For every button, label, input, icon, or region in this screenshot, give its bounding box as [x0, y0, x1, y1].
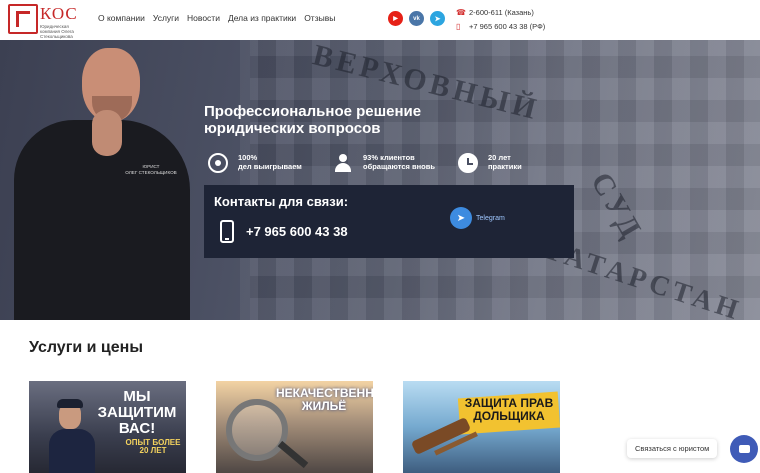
badge-name: ОЛЕГ СТЕКОЛЬЩИКОВ	[125, 170, 177, 175]
stat-wins-value: 100%	[238, 153, 258, 162]
telegram-label: Telegram	[476, 214, 505, 222]
telegram-icon[interactable]: ➤	[430, 11, 445, 26]
chat-button[interactable]	[730, 435, 758, 463]
magnifier-handle	[277, 440, 309, 469]
page: КОС Юридическая компания Олега Стекольщи…	[0, 0, 760, 473]
logo[interactable]: КОС Юридическая компания Олега Стекольщи…	[8, 4, 88, 39]
people-icon	[333, 153, 353, 173]
header-contacts: ☎ 2-600-611 (Казань) ▯ +7 965 600 43 38 (Р…	[456, 6, 545, 34]
nav-item-news[interactable]: Новости	[187, 13, 220, 23]
smartphone-icon	[220, 220, 234, 243]
stat-clients-value: 93% клиентов	[363, 153, 415, 162]
service-card-protection[interactable]: МЫ ЗАЩИТИМ ВАС! ОПЫТ БОЛЕЕ 20 ЛЕТ	[29, 381, 186, 473]
telegram-button[interactable]: ➤ Telegram	[450, 207, 505, 229]
stat-years-value: 20 лет	[488, 153, 511, 162]
lawyer-hand	[92, 110, 122, 156]
stat-wins-label: дел выигрываем	[238, 162, 302, 171]
stat-clients-label: обращаются вновь	[363, 162, 435, 171]
logo-mark-icon	[8, 4, 38, 34]
card-caption: ЗАЩИТА ПРАВ ДОЛЬЩИКА	[464, 396, 554, 423]
chat-label[interactable]: Связаться с юристом	[627, 439, 718, 458]
services-title: Услуги и цены	[29, 339, 143, 356]
lawyer-badge: ЮРИСТ ОЛЕГ СТЕКОЛЬЩИКОВ	[122, 164, 180, 176]
logo-subtitle: Юридическая компания Олега Стекольщикова	[40, 24, 74, 39]
stat-years: 20 лет практики	[458, 153, 522, 173]
contact-phone[interactable]: +7 965 600 43 38	[246, 224, 348, 239]
card-subcaption: ОПЫТ БОЛЕЕ 20 ЛЕТ	[125, 438, 181, 456]
hero-stats: 100% дел выигрываем 93% клиентов обращаютс…	[208, 153, 548, 179]
card-caption: НЕКАЧЕСТВЕННОЕ ЖИЛЬЁ	[276, 386, 373, 413]
card-caption: МЫ ЗАЩИТИМ ВАС!	[97, 388, 177, 437]
clock-icon	[458, 153, 478, 173]
logo-text: КОС	[40, 4, 78, 23]
hero-section: ВЕРХОВНЫЙ СУД ТАТАРСТАН ЮРИСТ ОЛЕГ СТЕКО…	[0, 40, 760, 320]
service-card-housing[interactable]: НЕКАЧЕСТВЕННОЕ ЖИЛЬЁ	[216, 381, 373, 473]
contact-title: Контакты для связи:	[214, 194, 349, 209]
nav-item-about[interactable]: О компании	[98, 13, 145, 23]
telegram-icon: ➤	[450, 207, 472, 229]
stat-years-label: практики	[488, 162, 522, 171]
nav-item-services[interactable]: Услуги	[153, 13, 179, 23]
social-links: ▶ vk ➤	[388, 11, 445, 26]
mobile-phone-icon: ▯	[456, 22, 461, 31]
nav-item-cases[interactable]: Дела из практики	[228, 13, 296, 23]
contact-box: Контакты для связи: +7 965 600 43 38 ➤ T…	[204, 185, 574, 258]
stat-wins: 100% дел выигрываем	[208, 153, 302, 173]
nav-item-reviews[interactable]: Отзывы	[304, 13, 335, 23]
target-icon	[208, 153, 228, 173]
main-nav: О компании Услуги Новости Дела из практи…	[98, 13, 335, 23]
vk-icon[interactable]: vk	[409, 11, 424, 26]
hero-title: Профессиональное решение юридических воп…	[204, 103, 422, 137]
landline-phone-icon: ☎	[456, 8, 466, 17]
security-guard-image	[47, 393, 95, 473]
site-header: КОС Юридическая компания Олега Стекольщи…	[0, 0, 760, 40]
phone-kazan[interactable]: 2-600-611 (Казань)	[469, 6, 534, 20]
phone-russia[interactable]: +7 965 600 43 38 (РФ)	[469, 20, 545, 34]
youtube-icon[interactable]: ▶	[388, 11, 403, 26]
lawyer-photo: ЮРИСТ ОЛЕГ СТЕКОЛЬЩИКОВ	[10, 40, 190, 320]
stat-clients: 93% клиентов обращаются вновь	[333, 153, 435, 173]
service-card-shareholder[interactable]: ЗАЩИТА ПРАВ ДОЛЬЩИКА	[403, 381, 560, 473]
